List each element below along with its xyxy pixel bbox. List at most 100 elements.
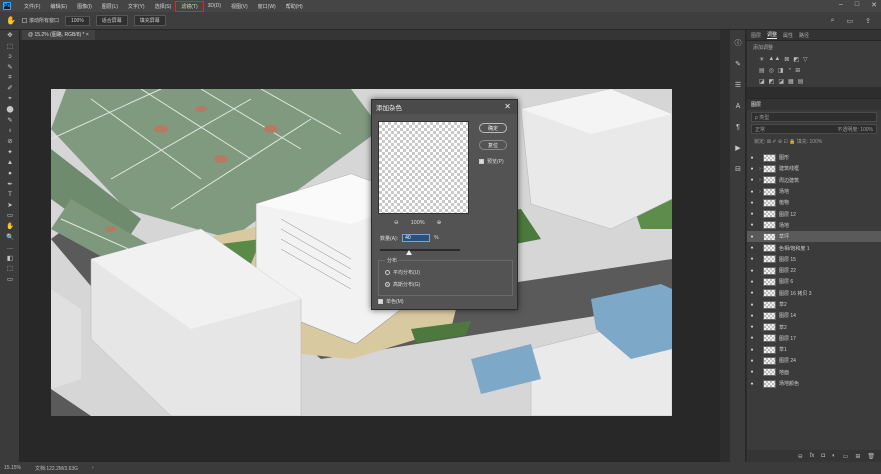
adjustment-icon[interactable]: ☀ <box>759 56 764 63</box>
quick-select-icon[interactable]: ✎ <box>0 62 20 73</box>
visibility-eye-icon[interactable]: ● <box>747 358 757 364</box>
move-icon[interactable]: ✥ <box>0 30 20 41</box>
layer-row[interactable]: ● 图层 17 <box>747 333 881 344</box>
spot-heal-icon[interactable]: ⬤ <box>0 104 20 115</box>
eraser-icon[interactable]: ✦ <box>0 147 20 158</box>
search-icon[interactable]: ⌕ <box>831 17 835 25</box>
shape-icon[interactable]: ▭ <box>0 210 20 221</box>
zoom-readout[interactable]: 15.15% <box>4 465 21 471</box>
crop-icon[interactable]: ⌗ <box>0 72 20 83</box>
close-icon[interactable]: ✕ <box>504 102 511 111</box>
menu-select[interactable]: 选择(S) <box>150 2 177 11</box>
history-brush-icon[interactable]: ⊘ <box>0 136 20 147</box>
visibility-eye-icon[interactable]: ● <box>747 166 757 172</box>
layer-footer-icon[interactable]: ▭ <box>843 453 849 460</box>
visibility-eye-icon[interactable]: ● <box>747 189 757 195</box>
panel-tab[interactable]: 图层 <box>751 32 761 39</box>
layer-row[interactable]: ● 草1 <box>747 344 881 355</box>
layer-footer-icon[interactable]: ⊞ <box>855 453 860 460</box>
document-image[interactable] <box>51 89 672 416</box>
layer-row[interactable]: ● 色相/饱和度 1 <box>747 242 881 253</box>
adjustment-icon[interactable]: ▤ <box>759 67 765 74</box>
layer-row[interactable]: ● 图层 16 拷贝 3 <box>747 288 881 299</box>
visibility-eye-icon[interactable]: ● <box>747 369 757 375</box>
zoom-in-icon[interactable]: ⊕ <box>437 220 442 226</box>
preview-checkbox[interactable]: 预览(P) <box>479 158 504 165</box>
checkbox-checked-icon[interactable] <box>378 299 383 304</box>
panel-tab[interactable]: 调整 <box>767 31 778 39</box>
layer-row[interactable]: ● › 周边建筑 <box>747 175 881 186</box>
adjustment-icon[interactable]: ◨ <box>778 67 784 74</box>
visibility-eye-icon[interactable]: ● <box>747 302 757 308</box>
character-icon[interactable]: A <box>730 98 746 114</box>
dodge-icon[interactable]: ✒ <box>0 178 20 189</box>
menu-file[interactable]: 文件(F) <box>19 2 45 11</box>
maximize-icon[interactable]: □ <box>855 1 859 9</box>
layer-row[interactable]: ● › 建筑线框 <box>747 163 881 174</box>
amount-input[interactable]: 40 <box>402 234 431 242</box>
ok-button[interactable]: 确定 <box>479 123 507 133</box>
fill-screen-button[interactable]: 填充屏幕 <box>133 15 166 26</box>
layer-row[interactable]: ● 地面 <box>747 367 881 378</box>
gaussian-radio[interactable]: 高斯分布(G) <box>385 281 420 288</box>
close-icon[interactable]: ✕ <box>871 1 877 9</box>
adjustment-icon[interactable]: ◩ <box>769 78 775 85</box>
layer-row[interactable]: ● 植物 <box>747 197 881 208</box>
layer-footer-icon[interactable]: fx <box>810 453 815 459</box>
panel-tab[interactable]: 路径 <box>799 32 809 39</box>
visibility-eye-icon[interactable]: ● <box>747 335 757 341</box>
layer-row[interactable]: ● 图层 15 <box>747 254 881 265</box>
layer-comps-icon[interactable]: ⊟ <box>730 161 746 177</box>
visibility-eye-icon[interactable]: ● <box>747 381 757 387</box>
adjustment-icon[interactable]: ◪ <box>778 78 784 85</box>
layer-footer-icon[interactable]: ◐ <box>832 453 836 459</box>
visibility-eye-icon[interactable]: ● <box>747 290 757 296</box>
path-select-icon[interactable]: ➤ <box>0 200 20 211</box>
layer-row[interactable]: ● 图层 22 <box>747 265 881 276</box>
uniform-radio[interactable]: 平均分布(U) <box>385 269 420 276</box>
zoom-out-icon[interactable]: ⊖ <box>394 220 399 226</box>
amount-slider-track[interactable] <box>380 249 460 251</box>
visibility-eye-icon[interactable]: ● <box>747 222 757 228</box>
reset-button[interactable]: 复位 <box>479 140 507 150</box>
radio-selected-icon[interactable] <box>385 282 390 287</box>
layer-row[interactable]: ● 场地 <box>747 220 881 231</box>
adjustment-icon[interactable]: ▤ <box>798 78 804 85</box>
menu-help[interactable]: 帮助(H) <box>281 2 308 11</box>
info-icon[interactable]: ⓘ <box>730 35 746 51</box>
adjustment-icon[interactable]: ◎ <box>769 67 774 74</box>
panel-tab[interactable]: 属性 <box>783 32 793 39</box>
hand-tool-icon[interactable]: ✋ <box>6 16 16 25</box>
visibility-eye-icon[interactable]: ● <box>747 324 757 330</box>
layer-row[interactable]: ● 图层 12 <box>747 208 881 219</box>
layer-filter-input[interactable]: ρ 类型 <box>751 112 877 122</box>
monochromatic-checkbox[interactable]: 单色(M) <box>378 298 404 305</box>
menu-edit[interactable]: 编辑(E) <box>45 2 72 11</box>
visibility-eye-icon[interactable]: ● <box>747 313 757 319</box>
minimize-icon[interactable]: – <box>839 1 843 9</box>
menu-view[interactable]: 视图(V) <box>226 2 253 11</box>
checkbox-icon[interactable] <box>21 18 27 24</box>
brush-icon[interactable]: ✎ <box>0 115 20 126</box>
menu-image[interactable]: 图像(I) <box>72 2 97 11</box>
menu-layer[interactable]: 图层(L) <box>97 2 123 11</box>
menu-3d[interactable]: 3D(D) <box>203 2 226 10</box>
adjustment-icon[interactable]: ▲▲ <box>768 56 780 63</box>
visibility-eye-icon[interactable]: ● <box>747 347 757 353</box>
adjustment-icon[interactable]: ⊞ <box>795 67 800 74</box>
radio-icon[interactable] <box>385 270 390 275</box>
layer-row[interactable]: ● 草2 <box>747 321 881 332</box>
visibility-eye-icon[interactable]: ● <box>747 234 757 240</box>
checkbox-checked-icon[interactable] <box>479 159 484 164</box>
menu-filter[interactable]: 滤镜(T) <box>175 0 204 12</box>
lock-fill-row[interactable]: 锁定: ⊠ ✐ ⊕ ⊡ 🔒 填充: 100% <box>751 136 877 146</box>
layer-row[interactable]: ● 图层 14 <box>747 310 881 321</box>
adjustment-icon[interactable]: ⊠ <box>784 56 789 63</box>
opacity-field[interactable]: 不透明度: 100% <box>837 126 873 133</box>
status-arrow-icon[interactable]: › <box>92 465 94 471</box>
adjustment-icon[interactable]: ◩ <box>793 56 799 63</box>
scroll-all-windows[interactable]: 滚动所有窗口 <box>21 17 59 24</box>
layer-row[interactable]: ● 草坪 <box>747 231 881 243</box>
marquee-icon[interactable]: ⬚ <box>0 41 20 52</box>
layer-footer-icon[interactable]: ◘ <box>821 453 825 459</box>
